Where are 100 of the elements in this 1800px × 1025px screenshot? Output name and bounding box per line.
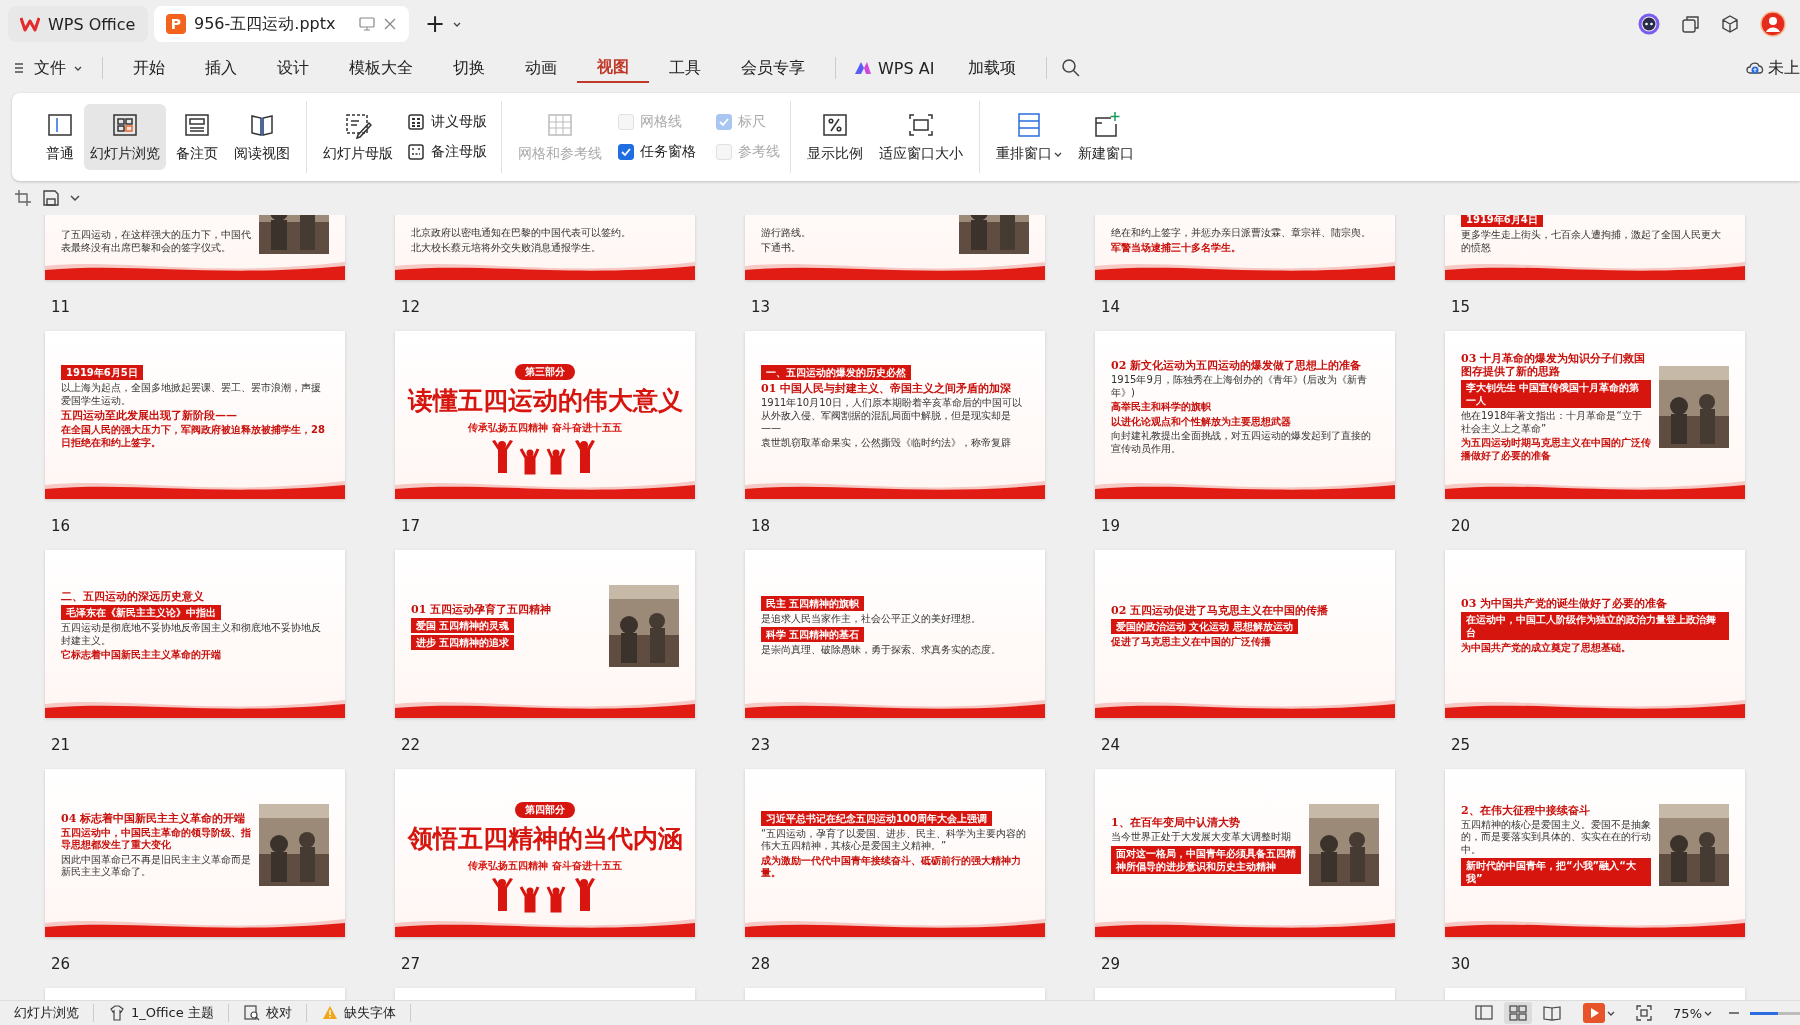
checkbox-label: 标尺: [738, 113, 766, 131]
slide-thumbnail[interactable]: 1、在百年变局中认清大势 当今世界正处于大发展大变革大调整时期 面对这一格局，中国青年必须具备五四精神所倡导的进步意识和历史主动精神: [1095, 769, 1395, 937]
view-button[interactable]: 幻灯片浏览: [84, 104, 166, 170]
master-button[interactable]: 备注母版: [403, 141, 491, 163]
menu-tab[interactable]: 加载项: [948, 53, 1037, 83]
slide-thumbnail[interactable]: 北京政府以密电通知在巴黎的中国代表可以签约。 北大校长蔡元培将外交失败消息通报学生。: [395, 215, 695, 280]
slide-thumbnail[interactable]: 一、五四运动的爆发的历史必然 01 中国人民与封建主义、帝国主义之间矛盾的加深 1911年10月10日，人们原本期盼着辛亥革命后的中国可以从外敌入侵、军阀割据的混乱局面中解脱，但是现实却是—— 袁世凯窃取革命果实，公然撕毁《临时约法》，称帝复辟: [745, 331, 1045, 499]
view-button[interactable]: 备注页: [170, 104, 224, 170]
master-button[interactable]: 讲义母版: [403, 111, 491, 133]
slide-thumbnail[interactable]: 绝在和约上签字，并惩办亲日派曹汝霖、章宗祥、陆宗舆。 军警当场逮捕三十多名学生。: [1095, 215, 1395, 280]
view-button[interactable]: 阅读视图: [228, 104, 296, 170]
slide-thumbnail[interactable]: 01 五四运动孕育了五四精神 爱国 五四精神的灵魂 进步 五四精神的追求: [395, 550, 695, 718]
slide-thumbnail[interactable]: 习近平总书记在纪念五四运动100周年大会上强调 “五四运动，孕育了以爱国、进步、民主、科学为主要内容的伟大五四精神，其核心是爱国主义精神。” 成为激励一代代中国青年接续奋斗、砥砺前行的强大精神力量。: [745, 769, 1045, 937]
slide-number: 24: [1100, 735, 1122, 754]
slide-text: 向封建礼教提出全面挑战，对五四运动的爆发起到了直接的宣传动员作用。: [1111, 430, 1372, 455]
caret-icon[interactable]: [70, 194, 80, 202]
slide-thumbnail[interactable]: 03 为中国共产党的诞生做好了必要的准备 在运动中，中国工人阶级作为独立的政治力量登上政治舞台 为中国共产党的成立奠定了思想基础。: [1445, 550, 1745, 718]
slide-text: 军警当场逮捕三十多名学生。: [1111, 241, 1242, 254]
caret-icon[interactable]: [1607, 1009, 1616, 1017]
view-toggle[interactable]: [1504, 1002, 1533, 1024]
cloud-status[interactable]: 未上: [1746, 57, 1800, 79]
save-icon[interactable]: [42, 189, 60, 207]
assistant-icon[interactable]: [1638, 13, 1660, 35]
crop-icon[interactable]: [14, 189, 32, 207]
windows-icon[interactable]: [1680, 14, 1700, 34]
checkbox[interactable]: [618, 144, 634, 160]
menu-tab[interactable]: 切换: [433, 53, 505, 83]
menu-label: WPS AI: [878, 58, 935, 78]
tab-label: 956-五四运动.pptx: [194, 13, 337, 35]
slide-thumbnail[interactable]: 第四部分 领悟五四精神的当代内涵 传承弘扬五四精神 奋斗奋进十五五: [395, 769, 695, 937]
slide-text: 更多学生走上街头，七百余人遭拘捕，激起了全国人民更大的愤怒: [1461, 229, 1722, 254]
menu-tab[interactable]: 视图: [577, 53, 649, 83]
handout-icon: [407, 113, 425, 131]
checkbox-label: 网格线: [640, 113, 682, 131]
new-window-icon: [1092, 111, 1120, 139]
close-icon[interactable]: [383, 17, 397, 31]
notes-page-icon: [183, 111, 211, 139]
slide-text: 北大校长蔡元培将外交失败消息通报学生。: [411, 241, 602, 254]
slide-text: 游行路线。: [761, 227, 812, 240]
status-button[interactable]: 校对: [238, 1004, 307, 1022]
slide-thumbnail[interactable]: 03 十月革命的爆发为知识分子们救国图存提供了新的思路 李大钊先生 中国宣传俄国十月革命的第一人 他在1918年著文指出：十月革命是“立于社会主义上之革命” 为五四运动时期马克思主义在中国的广泛传播做好了必要的准备: [1445, 331, 1745, 499]
avatar-icon[interactable]: [1760, 11, 1786, 37]
slide-text: 他在1918年著文指出：十月革命是“立于社会主义上之革命”: [1461, 410, 1643, 435]
slide-thumbnail[interactable]: 04 标志着中国新民主主义革命的开端 五四运动中，中国民主革命的领导阶级、指导思想都发生了重大变化 因此中国革命已不再是旧民主主义革命而是新民主主义革命了。: [45, 769, 345, 937]
slide-thumbnail[interactable]: 1919年6月5日 以上海为起点，全国多地掀起罢课、罢工、罢市浪潮，声援爱国学生运动。 五四运动至此发展出现了新阶段—— 在全国人民的强大压力下，军阀政府被迫释放被捕学生，28日拒绝在和约上签字。: [45, 331, 345, 499]
theme-icon: [108, 1004, 126, 1022]
slide-banner: 1919年6月5日: [61, 365, 143, 380]
checkbox-label: 参考线: [738, 143, 780, 161]
menu-tab[interactable]: 工具: [649, 53, 721, 83]
slide-heading: 02 五四运动促进了马克思主义在中国的传播: [1111, 603, 1330, 617]
menu-tab[interactable]: 设计: [257, 53, 329, 83]
proofing-icon: [242, 1004, 261, 1022]
slide-thumbnail[interactable]: 第三部分 读懂五四运动的伟大意义 传承弘扬五四精神 奋斗奋进十五五: [395, 331, 695, 499]
ai-menu[interactable]: WPS AI: [846, 58, 949, 78]
slide-banner: 在运动中，中国工人阶级作为独立的政治力量登上政治舞台: [1461, 612, 1729, 641]
slide-heading: 五四运动至此发展出现了新阶段——: [61, 409, 238, 422]
section-badge: 第三部分: [515, 364, 575, 380]
zoom-button[interactable]: 适应窗口大小: [873, 104, 969, 170]
slide-thumbnail[interactable]: 02 新文化运动为五四运动的爆发做了思想上的准备 1915年9月，陈独秀在上海创办的《青年》(后改为《新青年》) 高举民主和科学的旗帜 以进化论观点和个性解放为主要思想武器 向封建礼教提出全面挑战，对五四运动的爆发起到了直接的宣传动员作用。: [1095, 331, 1395, 499]
slide-thumbnail[interactable]: 二、五四运动的深远历史意义 毛泽东在《新民主主义论》中指出 五四运动是彻底地不妥协地反帝国主义和彻底地不妥协地反封建主义。 它标志着中国新民主主义革命的开端: [45, 550, 345, 718]
percent-icon: [821, 111, 849, 139]
slide-thumbnail[interactable]: 2、在伟大征程中接续奋斗 五四精神的核心是爱国主义。爱国不是抽象的，而是要落实到具体的、实实在在的行动中。 新时代的中国青年，把“小我”融入“大我”: [1445, 769, 1745, 937]
menu-tab[interactable]: 动画: [505, 53, 577, 83]
caret-icon: [74, 64, 82, 72]
slide-thumbnail[interactable]: 1919年6月4日 更多学生走上街头，七百余人遭拘捕，激起了全国人民更大的愤怒: [1445, 215, 1745, 280]
slide-number: 22: [400, 735, 422, 754]
document-tab[interactable]: P 956-五四运动.pptx: [154, 6, 409, 42]
document-tab[interactable]: WPS Office: [8, 6, 148, 42]
slide-thumbnail[interactable]: 民主 五四精神的旗帜 是追求人民当家作主，社会公平正义的美好理想。 科学 五四精神的基石 是崇尚真理、破除愚昧，勇于探索、求真务实的态度。: [745, 550, 1045, 718]
zoom-button[interactable]: 显示比例: [801, 104, 869, 170]
slide-thumbnail[interactable]: 了五四运动，在这样强大的压力下，中国代表最终没有出席巴黎和会的签字仪式。: [45, 215, 345, 280]
window-button[interactable]: 新建窗口: [1072, 104, 1140, 170]
caret-icon[interactable]: [1704, 1009, 1712, 1017]
menu-tab[interactable]: 会员专享: [721, 53, 825, 83]
search-icon[interactable]: [1061, 58, 1082, 78]
slide-master-button[interactable]: 幻灯片母版: [317, 104, 399, 170]
slide-thumbnail[interactable]: 02 五四运动促进了马克思主义在中国的传播 爱国的政治运动 文化运动 思想解放运动 促进了马克思主义在中国的广泛传播: [1095, 550, 1395, 718]
slide-heading: 03 为中国共产党的诞生做好了必要的准备: [1461, 597, 1669, 611]
monitor-icon[interactable]: [359, 17, 375, 31]
file-menu[interactable]: 文件: [14, 57, 92, 79]
menu-tab[interactable]: 开始: [113, 53, 185, 83]
slide-text: 促进了马克思主义在中国的广泛传播: [1111, 635, 1272, 649]
menu-tab[interactable]: 插入: [185, 53, 257, 83]
menu-tab[interactable]: 模板大全: [329, 53, 433, 83]
new-tab-button[interactable]: +: [425, 12, 446, 36]
caret-icon[interactable]: [453, 20, 462, 28]
view-button[interactable]: 普通: [40, 104, 80, 170]
status-button[interactable]: 1_Office 主题: [104, 1004, 229, 1022]
slide-number: 29: [1100, 954, 1122, 973]
layout-icon: [46, 111, 74, 139]
zoom-slider[interactable]: [1750, 1011, 1800, 1015]
slide-thumbnail[interactable]: 游行路线。 下通书。: [745, 215, 1045, 280]
slide-text: 高举民主和科学的旗帜: [1111, 401, 1212, 414]
status-button[interactable]: 缺失字体: [316, 1004, 411, 1022]
play-icon[interactable]: [1583, 1003, 1606, 1023]
zoom-level[interactable]: 75%: [1673, 1005, 1702, 1021]
wps-logo-icon: [20, 16, 40, 32]
fit-window-icon[interactable]: [1635, 1004, 1654, 1022]
cube-icon[interactable]: [1720, 14, 1740, 34]
window-button[interactable]: 重排窗口: [990, 104, 1068, 170]
